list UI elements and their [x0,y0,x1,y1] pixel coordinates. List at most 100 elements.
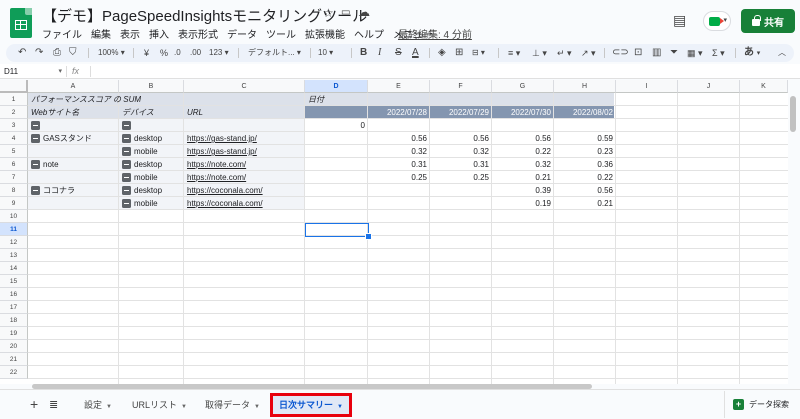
score-cell[interactable]: 0.32 [368,145,427,158]
menu-insert[interactable]: 挿入 [149,26,169,41]
filter-icon[interactable]: ⏷ [670,45,678,61]
col-header-g[interactable]: G [492,80,554,93]
score-cell[interactable]: 0.59 [554,132,613,145]
collapse-toolbar-icon[interactable]: ︿ [778,45,786,61]
col-header-d[interactable]: D [305,80,368,93]
col-header-j[interactable]: J [678,80,740,93]
url-link[interactable]: https://gas-stand.jp/ [187,145,257,158]
collapse-toggle-icon[interactable] [31,186,40,195]
sheet-tab-fetched-data[interactable]: 取得データ ▼ [205,393,260,417]
collapse-toggle-icon[interactable] [122,147,131,156]
strikethrough-button[interactable]: S [395,45,402,61]
date-header-g[interactable]: 2022/07/30 [492,106,551,119]
comment-icon[interactable]: ▤ [673,12,686,29]
star-icon[interactable]: ☆ [323,6,334,20]
menu-format[interactable]: 表示形式 [178,26,218,41]
menu-data[interactable]: データ [227,26,257,41]
pivot-row-label-device[interactable]: デバイス [122,106,154,119]
menu-help[interactable]: ヘルプ [354,26,384,41]
device-cell[interactable]: desktop [134,132,162,145]
cloud-saved-icon[interactable]: ☁ [358,5,370,19]
cell-d3[interactable]: 0 [305,119,365,132]
italic-button[interactable]: I [378,45,381,61]
device-cell[interactable]: mobile [134,197,158,210]
row-header[interactable]: 10 [0,210,28,223]
score-cell[interactable]: 0.56 [554,184,613,197]
document-title[interactable]: 【デモ】PageSpeedInsightsモニタリングツール [42,5,367,26]
row-header[interactable]: 5 [0,145,28,158]
site-name-cell[interactable]: GASスタンド [43,132,92,145]
row-header[interactable]: 4 [0,132,28,145]
score-cell[interactable]: 0.25 [368,171,427,184]
date-header-e[interactable]: 2022/07/28 [368,106,427,119]
device-cell[interactable]: desktop [134,158,162,171]
col-header-e[interactable]: E [368,80,430,93]
vertical-scrollbar[interactable] [790,96,796,132]
decrease-decimal-button[interactable]: .0 [174,45,181,61]
collapse-toggle-icon[interactable] [122,134,131,143]
collapse-toggle-icon[interactable] [31,160,40,169]
row-header[interactable]: 22 [0,366,28,379]
explore-button[interactable]: + データ探索 [724,391,800,418]
meet-button[interactable]: ▾ [703,11,731,31]
collapse-toggle-icon[interactable] [122,160,131,169]
score-cell[interactable]: 0.19 [492,197,551,210]
row-header[interactable]: 19 [0,327,28,340]
device-cell[interactable]: desktop [134,184,162,197]
device-cell[interactable]: mobile [134,145,158,158]
row-header[interactable]: 18 [0,314,28,327]
url-link[interactable]: https://note.com/ [187,158,246,171]
sheet-tab-daily-summary[interactable]: 日次サマリー ▼ [270,393,352,417]
formula-input[interactable] [96,65,786,78]
score-cell[interactable]: 0.22 [554,171,613,184]
date-header-h[interactable]: 2022/08/02 [554,106,613,119]
row-header[interactable]: 11 [0,223,28,236]
row-header[interactable]: 14 [0,262,28,275]
row-header[interactable]: 1 [0,93,28,106]
collapse-toggle-icon[interactable] [122,186,131,195]
fill-color-icon[interactable]: ◈ [438,45,446,61]
menu-tools[interactable]: ツール [266,26,296,41]
all-sheets-icon[interactable]: ≣ [49,398,58,411]
font-select[interactable]: デフォルト... ▾ [248,45,301,61]
share-button[interactable]: 共有 [741,9,795,33]
font-size-select[interactable]: 10 ▾ [318,45,333,61]
url-link[interactable]: https://coconala.com/ [187,184,263,197]
row-header[interactable]: 8 [0,184,28,197]
sheets-logo-icon[interactable] [10,8,32,38]
percent-button[interactable]: % [160,45,168,61]
currency-button[interactable]: ¥ [144,45,149,61]
row-header[interactable]: 12 [0,236,28,249]
sheet-tab-url-list[interactable]: URLリスト ▼ [132,393,187,417]
text-rotate-icon[interactable]: ↗ ▾ [581,45,596,61]
row-header[interactable]: 20 [0,340,28,353]
col-header-f[interactable]: F [430,80,492,93]
select-all-corner[interactable] [0,80,28,93]
insert-comment-icon[interactable]: ⊡ [634,45,642,61]
move-to-folder-icon[interactable]: ▭ [341,7,350,18]
menu-view[interactable]: 表示 [120,26,140,41]
score-cell[interactable]: 0.56 [492,132,551,145]
insert-link-icon[interactable]: ⊂⊃ [612,45,629,61]
collapse-toggle-icon[interactable] [122,121,131,130]
borders-icon[interactable]: ⊞ [455,45,463,61]
row-header[interactable]: 6 [0,158,28,171]
col-header-b[interactable]: B [119,80,184,93]
site-name-cell[interactable]: ココナラ [43,184,75,197]
redo-icon[interactable]: ↷ [35,45,43,61]
score-cell[interactable]: 0.21 [492,171,551,184]
collapse-toggle-icon[interactable] [122,199,131,208]
merge-cells-icon[interactable]: ⊟ ▾ [472,45,485,61]
insert-chart-icon[interactable]: ▥ [652,45,661,61]
horizontal-align-icon[interactable]: ≡ ▾ [508,45,520,61]
pivot-row-label-site[interactable]: Webサイト名 [31,106,79,119]
url-link[interactable]: https://note.com/ [187,171,246,184]
last-edit-link[interactable]: 最終編集: 4 分前 [398,26,472,41]
score-cell[interactable]: 0.36 [554,158,613,171]
spreadsheet-grid[interactable]: A B C D E F G H I J K 1 2 3 4 5 6 7 8 9 10 11 12 13 1… [0,80,788,384]
row-header[interactable]: 2 [0,106,28,119]
row-header[interactable]: 15 [0,275,28,288]
pivot-column-group-label[interactable]: 日付 [308,93,324,106]
device-cell[interactable]: mobile [134,171,158,184]
bold-button[interactable]: B [360,45,367,61]
